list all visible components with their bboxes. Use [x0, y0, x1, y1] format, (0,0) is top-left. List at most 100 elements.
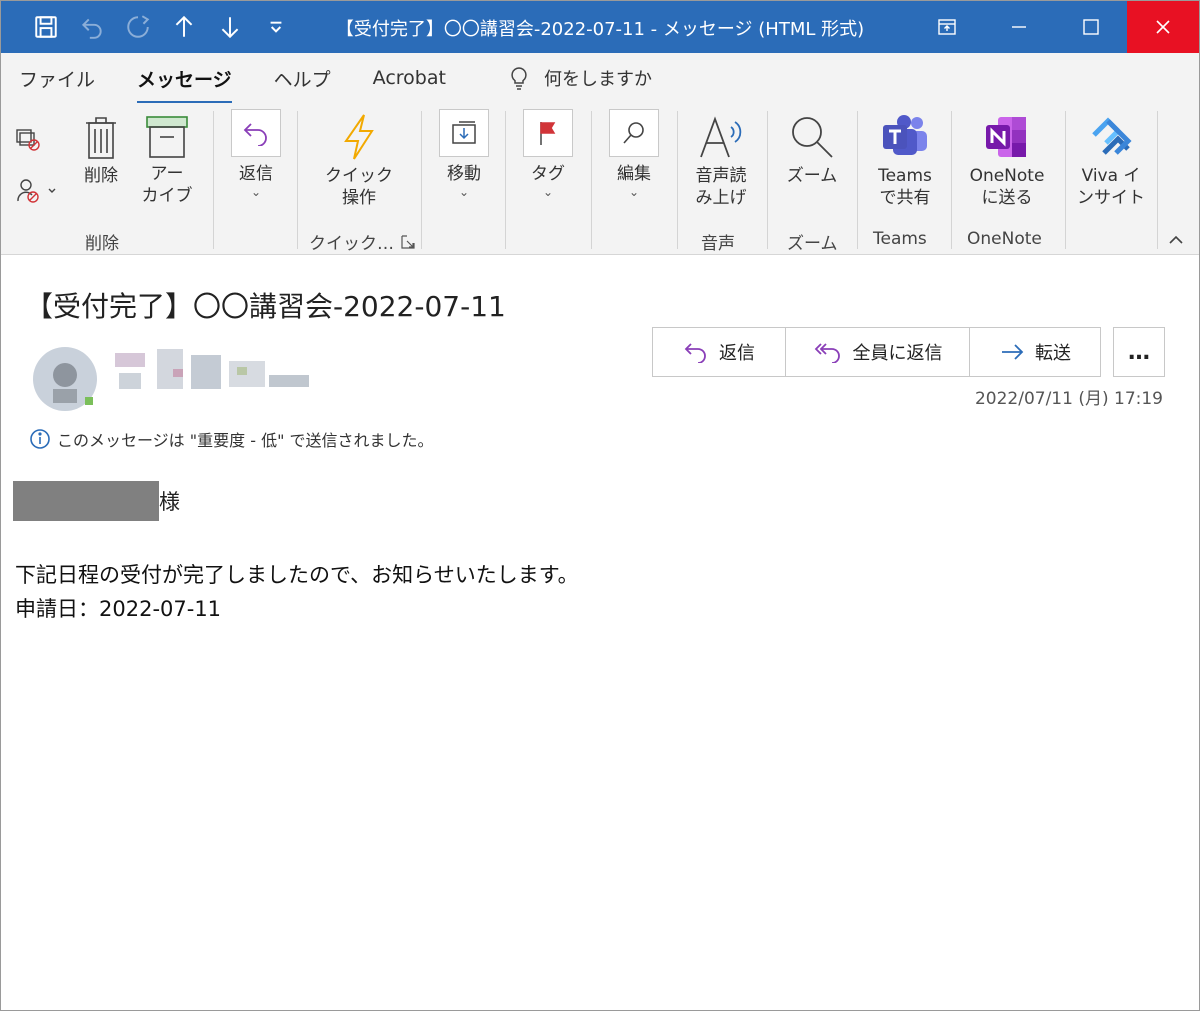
delete-label: 削除: [84, 166, 118, 186]
close-icon: [1156, 20, 1170, 34]
teams-label-1: Teams: [878, 166, 932, 186]
ribbon-separator: [591, 111, 592, 249]
ribbon-display-icon: [938, 19, 956, 35]
forward-label: 転送: [1035, 343, 1071, 364]
search-icon: [623, 122, 644, 144]
move-label: 移動: [447, 164, 481, 184]
reply-label: 返信: [719, 343, 755, 364]
viva-insights-button[interactable]: Viva イ ンサイト: [1073, 113, 1149, 209]
ribbon-display-button[interactable]: [911, 1, 983, 53]
share-to-teams-button[interactable]: Teams で共有: [865, 113, 945, 209]
tab-help[interactable]: ヘルプ: [274, 61, 331, 96]
chevron-down-icon: ⌄: [458, 185, 470, 199]
teams-icon: [883, 115, 927, 155]
ribbon: 削除 アー カイブ 削除 返信 ⌄ クイック 操作 クイック… 移動 ⌄ タグ …: [1, 103, 1199, 255]
zoom-label: ズーム: [786, 166, 838, 186]
move-button[interactable]: 移動 ⌄: [437, 109, 491, 199]
block-sender-button[interactable]: [15, 177, 59, 211]
ribbon-separator: [297, 111, 298, 249]
lightbulb-icon: [511, 67, 527, 90]
collapse-ribbon-icon[interactable]: [1167, 233, 1185, 247]
group-label-onenote: OneNote: [967, 229, 1042, 249]
recipient-line: 様: [13, 481, 180, 521]
tags-icon-box: [523, 109, 573, 157]
forward-icon: [1002, 344, 1024, 360]
minimize-button[interactable]: [983, 1, 1055, 53]
trash-icon: [86, 117, 116, 159]
read-aloud-icon: [700, 116, 742, 158]
viva-insights-icon: [1092, 117, 1132, 155]
tab-acrobat[interactable]: Acrobat: [373, 63, 446, 93]
ribbon-separator: [421, 111, 422, 249]
tell-me-search[interactable]: 何をしますか: [508, 65, 652, 91]
editing-button[interactable]: 編集 ⌄: [607, 109, 661, 199]
zoom-icon: [792, 117, 833, 158]
tell-me-label: 何をしますか: [543, 69, 652, 90]
lightning-icon: [344, 114, 374, 160]
quick-steps-button[interactable]: クイック 操作: [319, 113, 399, 209]
reply-all-icon: [814, 343, 840, 363]
ribbon-tabs: ファイル メッセージ ヘルプ Acrobat 何をしますか: [1, 53, 1199, 104]
dialog-launcher-icon[interactable]: [401, 235, 415, 249]
teams-label-2: で共有: [879, 188, 931, 208]
ribbon-group-delete: 削除 アー カイブ 削除: [1, 103, 213, 255]
reply-all-label: 全員に返信: [852, 343, 943, 364]
ribbon-separator: [951, 111, 952, 249]
message-subject: 【受付完了】〇〇講習会-2022-07-11: [25, 290, 506, 323]
maximize-icon: [1083, 19, 1099, 35]
group-label-quick: クイック…: [309, 234, 394, 254]
read-aloud-label-2: み上げ: [695, 188, 747, 208]
importance-text: このメッセージは "重要度 - 低" で送信されました。: [57, 431, 434, 450]
zoom-button[interactable]: ズーム: [779, 113, 845, 187]
ignore-icon: [16, 129, 40, 151]
group-label-zoom: ズーム: [787, 234, 838, 254]
onenote-label-2: に送る: [981, 188, 1033, 208]
send-to-onenote-button[interactable]: OneNote に送る: [961, 113, 1053, 209]
onenote-label-1: OneNote: [969, 166, 1045, 186]
minimize-icon: [1012, 26, 1026, 28]
move-to-folder-icon: [452, 121, 476, 144]
title-bar: 【受付完了】〇〇講習会-2022-07-11 - メッセージ (HTML 形式): [1, 1, 1199, 53]
body-line-notice: 下記日程の受付が完了しましたので、お知らせいたします。: [15, 563, 579, 587]
chevron-down-icon: ⌄: [628, 185, 640, 199]
reply-menu-label: 返信: [239, 164, 273, 184]
ribbon-separator: [505, 111, 506, 249]
viva-label-2: ンサイト: [1077, 188, 1145, 208]
chevron-down-icon: ⌄: [250, 185, 262, 199]
reply-icon: [684, 343, 706, 363]
archive-button[interactable]: アー カイブ: [139, 115, 195, 207]
message-action-bar: 返信 全員に返信 転送: [652, 327, 1101, 377]
reply-button[interactable]: 返信: [652, 327, 786, 377]
group-label-teams: Teams: [873, 229, 927, 249]
flag-icon: [540, 122, 556, 145]
sender-avatar-blurred: [33, 347, 309, 411]
ignore-button[interactable]: [15, 127, 43, 159]
more-actions-button[interactable]: …: [1113, 327, 1165, 377]
group-label-voice: 音声: [701, 234, 735, 254]
archive-icon: [146, 116, 188, 158]
redacted-name: [13, 481, 159, 521]
read-aloud-label-1: 音声読: [695, 166, 747, 186]
ribbon-separator: [213, 111, 214, 249]
forward-button[interactable]: 転送: [969, 327, 1101, 377]
chevron-down-icon: ⌄: [542, 185, 554, 199]
group-label-delete: 削除: [85, 234, 119, 254]
viva-label-1: Viva イ: [1081, 166, 1141, 186]
tab-file[interactable]: ファイル: [19, 61, 95, 96]
window-controls: [911, 1, 1199, 53]
tags-button[interactable]: タグ ⌄: [521, 109, 575, 199]
reply-icon-box: [231, 109, 281, 157]
onenote-icon: [986, 117, 1026, 157]
maximize-button[interactable]: [1055, 1, 1127, 53]
quick-steps-label-2: 操作: [342, 188, 376, 208]
reply-all-button[interactable]: 全員に返信: [785, 327, 970, 377]
tab-message[interactable]: メッセージ: [137, 61, 232, 104]
close-button[interactable]: [1127, 1, 1199, 53]
archive-label: アー カイブ: [141, 164, 193, 206]
ribbon-separator: [1157, 111, 1158, 249]
read-aloud-button[interactable]: 音声読 み上げ: [687, 113, 755, 209]
delete-button[interactable]: 削除: [75, 115, 127, 187]
reply-menu-button[interactable]: 返信 ⌄: [229, 109, 283, 199]
ribbon-separator: [857, 111, 858, 249]
ribbon-separator: [1065, 111, 1066, 249]
